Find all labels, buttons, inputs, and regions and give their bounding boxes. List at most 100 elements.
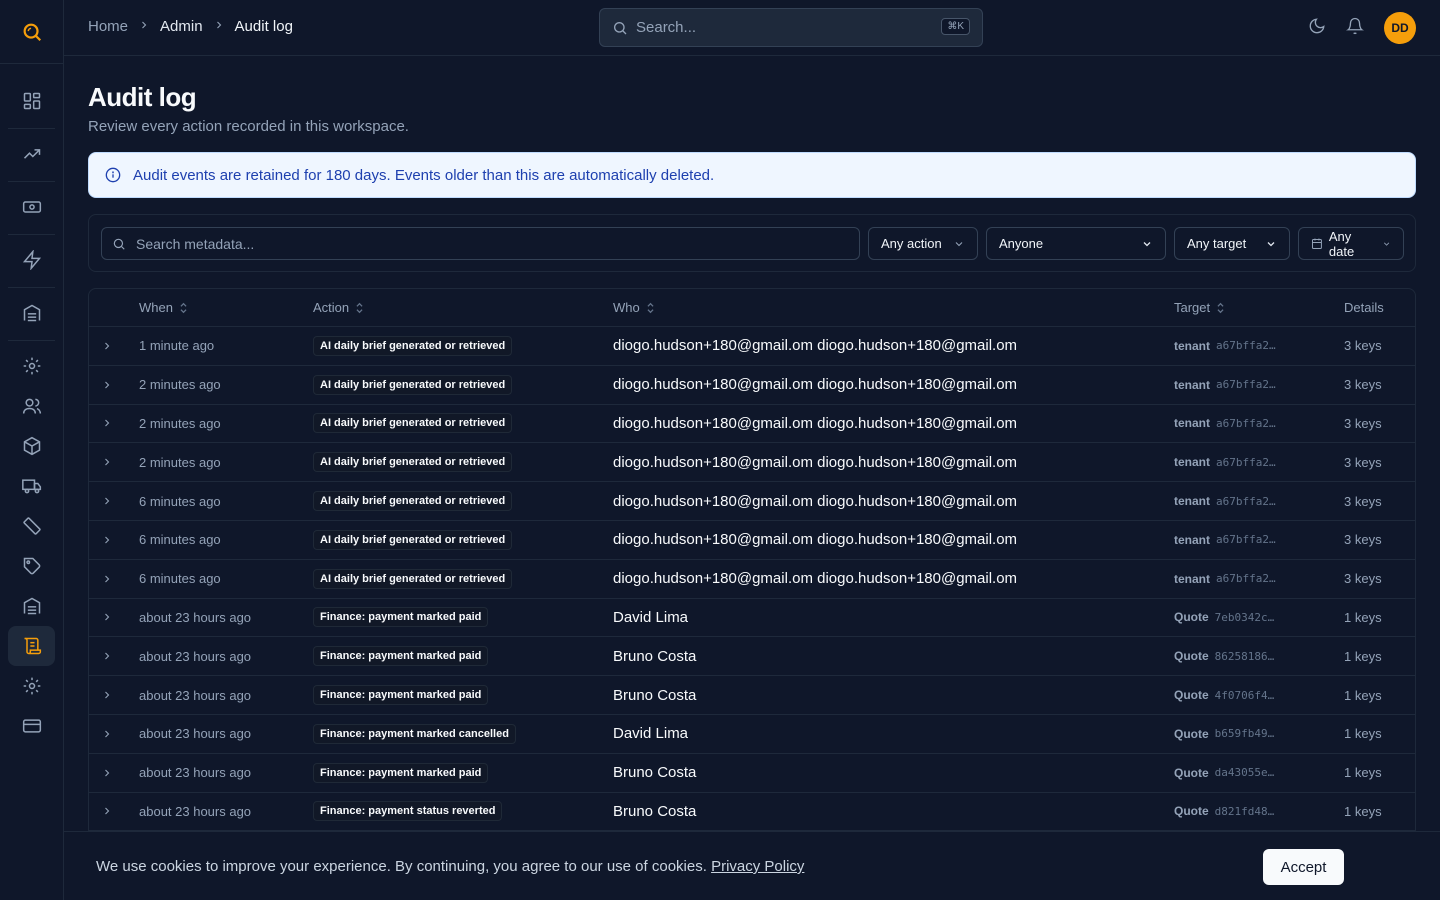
- expand-row-button[interactable]: [101, 482, 113, 520]
- nav-warehouse[interactable]: [8, 293, 55, 333]
- nav-users[interactable]: [8, 386, 55, 426]
- row-when: 6 minutes ago: [139, 532, 221, 548]
- row-details: 3 keys: [1344, 377, 1382, 393]
- breadcrumb-home[interactable]: Home: [88, 18, 128, 35]
- column-target[interactable]: Target: [1174, 300, 1225, 315]
- table-row[interactable]: about 23 hours ago Finance: payment marke…: [89, 637, 1415, 677]
- chevron-right-icon: [105, 614, 110, 621]
- expand-row-button[interactable]: [101, 560, 113, 598]
- row-action: AI daily brief generated or retrieved: [313, 482, 513, 520]
- action-filter-dropdown[interactable]: Any action: [868, 227, 978, 260]
- table-body: 1 minute ago AI daily brief generated or …: [89, 327, 1415, 832]
- row-details: 3 keys: [1344, 571, 1382, 587]
- nav-analytics[interactable]: [8, 134, 55, 174]
- tag-icon: [23, 557, 40, 575]
- nav-shipping[interactable]: [8, 466, 55, 506]
- row-who: diogo.hudson+180@gmail.om diogo.hudson+1…: [613, 414, 1018, 432]
- retention-notice-text: Audit events are retained for 180 days. …: [133, 166, 715, 184]
- table-row[interactable]: about 23 hours ago Finance: payment statu…: [89, 793, 1415, 832]
- table-row[interactable]: about 23 hours ago Finance: payment marke…: [89, 715, 1415, 754]
- notifications-button[interactable]: [1346, 17, 1364, 40]
- nav-measurements[interactable]: [8, 506, 55, 546]
- nav-settings[interactable]: [8, 666, 55, 706]
- expand-row-button[interactable]: [101, 676, 113, 714]
- breadcrumb-admin[interactable]: Admin: [160, 18, 203, 35]
- expand-row-button[interactable]: [101, 327, 113, 365]
- nav-dashboard[interactable]: [8, 81, 55, 121]
- warehouse-icon: [23, 304, 40, 322]
- sidebar-divider: [8, 234, 55, 235]
- row-who: diogo.hudson+180@gmail.om diogo.hudson+1…: [613, 376, 1018, 394]
- nav-settings-main[interactable]: [8, 346, 55, 386]
- table-row[interactable]: 2 minutes ago AI daily brief generated or…: [89, 443, 1415, 483]
- table-row[interactable]: 6 minutes ago AI daily brief generated or…: [89, 482, 1415, 521]
- row-details: 3 keys: [1344, 415, 1382, 431]
- row-action: AI daily brief generated or retrieved: [313, 327, 513, 365]
- row-when: 6 minutes ago: [139, 493, 221, 509]
- nav-billing[interactable]: [8, 706, 55, 746]
- retention-notice: Audit events are retained for 180 days. …: [88, 152, 1416, 198]
- dashboard-icon: [23, 92, 40, 110]
- table-row[interactable]: 2 minutes ago AI daily brief generated or…: [89, 405, 1415, 444]
- column-who[interactable]: Who: [613, 300, 655, 315]
- sidebar: [0, 0, 64, 900]
- row-details: 1 keys: [1344, 726, 1382, 742]
- sidebar-divider: [8, 128, 55, 129]
- user-avatar[interactable]: DD: [1384, 12, 1416, 44]
- expand-row-button[interactable]: [101, 521, 113, 559]
- row-target: tenant a67bffa2…: [1174, 482, 1276, 520]
- global-search[interactable]: Search... ⌘K: [599, 8, 983, 47]
- accept-cookies-button[interactable]: Accept: [1263, 849, 1344, 885]
- row-action: AI daily brief generated or retrieved: [313, 521, 513, 559]
- expand-row-button[interactable]: [101, 443, 113, 481]
- nav-tags[interactable]: [8, 546, 55, 586]
- nav-products[interactable]: [8, 426, 55, 466]
- table-row[interactable]: 2 minutes ago AI daily brief generated or…: [89, 366, 1415, 405]
- chevron-right-icon: [105, 420, 110, 427]
- row-target: tenant a67bffa2…: [1174, 443, 1276, 481]
- table-row[interactable]: 6 minutes ago AI daily brief generated or…: [89, 521, 1415, 560]
- page-title: Audit log: [88, 82, 197, 112]
- column-when[interactable]: When: [139, 300, 188, 315]
- expand-row-button[interactable]: [101, 715, 113, 753]
- nav-storage[interactable]: [8, 586, 55, 626]
- expand-row-button[interactable]: [101, 405, 113, 443]
- expand-row-button[interactable]: [101, 793, 113, 831]
- expand-row-button[interactable]: [101, 637, 113, 675]
- table-header: When Action Who Target Details: [89, 289, 1415, 327]
- table-row[interactable]: 1 minute ago AI daily brief generated or …: [89, 327, 1415, 366]
- nav-finance[interactable]: [8, 187, 55, 227]
- expand-row-button[interactable]: [101, 599, 113, 637]
- privacy-policy-link[interactable]: Privacy Policy: [711, 858, 804, 875]
- target-filter-select[interactable]: Any target: [1174, 227, 1290, 260]
- column-action[interactable]: Action: [313, 300, 364, 315]
- expand-row-button[interactable]: [101, 754, 113, 792]
- target-id: d821fd48…: [1214, 804, 1275, 818]
- target-type: Quote: [1174, 726, 1209, 741]
- row-action: AI daily brief generated or retrieved: [313, 443, 513, 481]
- row-target: tenant a67bffa2…: [1174, 405, 1276, 443]
- row-when: about 23 hours ago: [139, 726, 252, 742]
- row-target: Quote 7eb0342c…: [1174, 599, 1274, 637]
- table-row[interactable]: 6 minutes ago AI daily brief generated or…: [89, 560, 1415, 599]
- nav-audit-log[interactable]: [8, 626, 55, 666]
- row-details: 1 keys: [1344, 648, 1382, 664]
- chevron-right-icon: [105, 691, 110, 699]
- expand-row-button[interactable]: [101, 366, 113, 404]
- table-row[interactable]: about 23 hours ago Finance: payment marke…: [89, 676, 1415, 715]
- action-badge: Finance: payment marked paid: [313, 685, 489, 706]
- sidebar-divider: [8, 181, 55, 182]
- app-logo[interactable]: [0, 0, 64, 64]
- theme-toggle-button[interactable]: [1308, 17, 1326, 40]
- who-filter-select[interactable]: Anyone: [986, 227, 1166, 260]
- nav-automations[interactable]: [8, 240, 55, 280]
- table-row[interactable]: about 23 hours ago Finance: payment marke…: [89, 754, 1415, 793]
- metadata-search-input[interactable]: Search metadata...: [101, 227, 860, 260]
- table-row[interactable]: about 23 hours ago Finance: payment marke…: [89, 599, 1415, 638]
- chevron-right-icon: [105, 381, 110, 389]
- target-type: Quote: [1174, 610, 1209, 625]
- target-id: a67bffa2…: [1216, 339, 1276, 353]
- cookie-text: We use cookies to improve your experienc…: [96, 858, 804, 875]
- date-filter-button[interactable]: Any date: [1298, 227, 1404, 260]
- settings-cog-icon: [23, 357, 40, 375]
